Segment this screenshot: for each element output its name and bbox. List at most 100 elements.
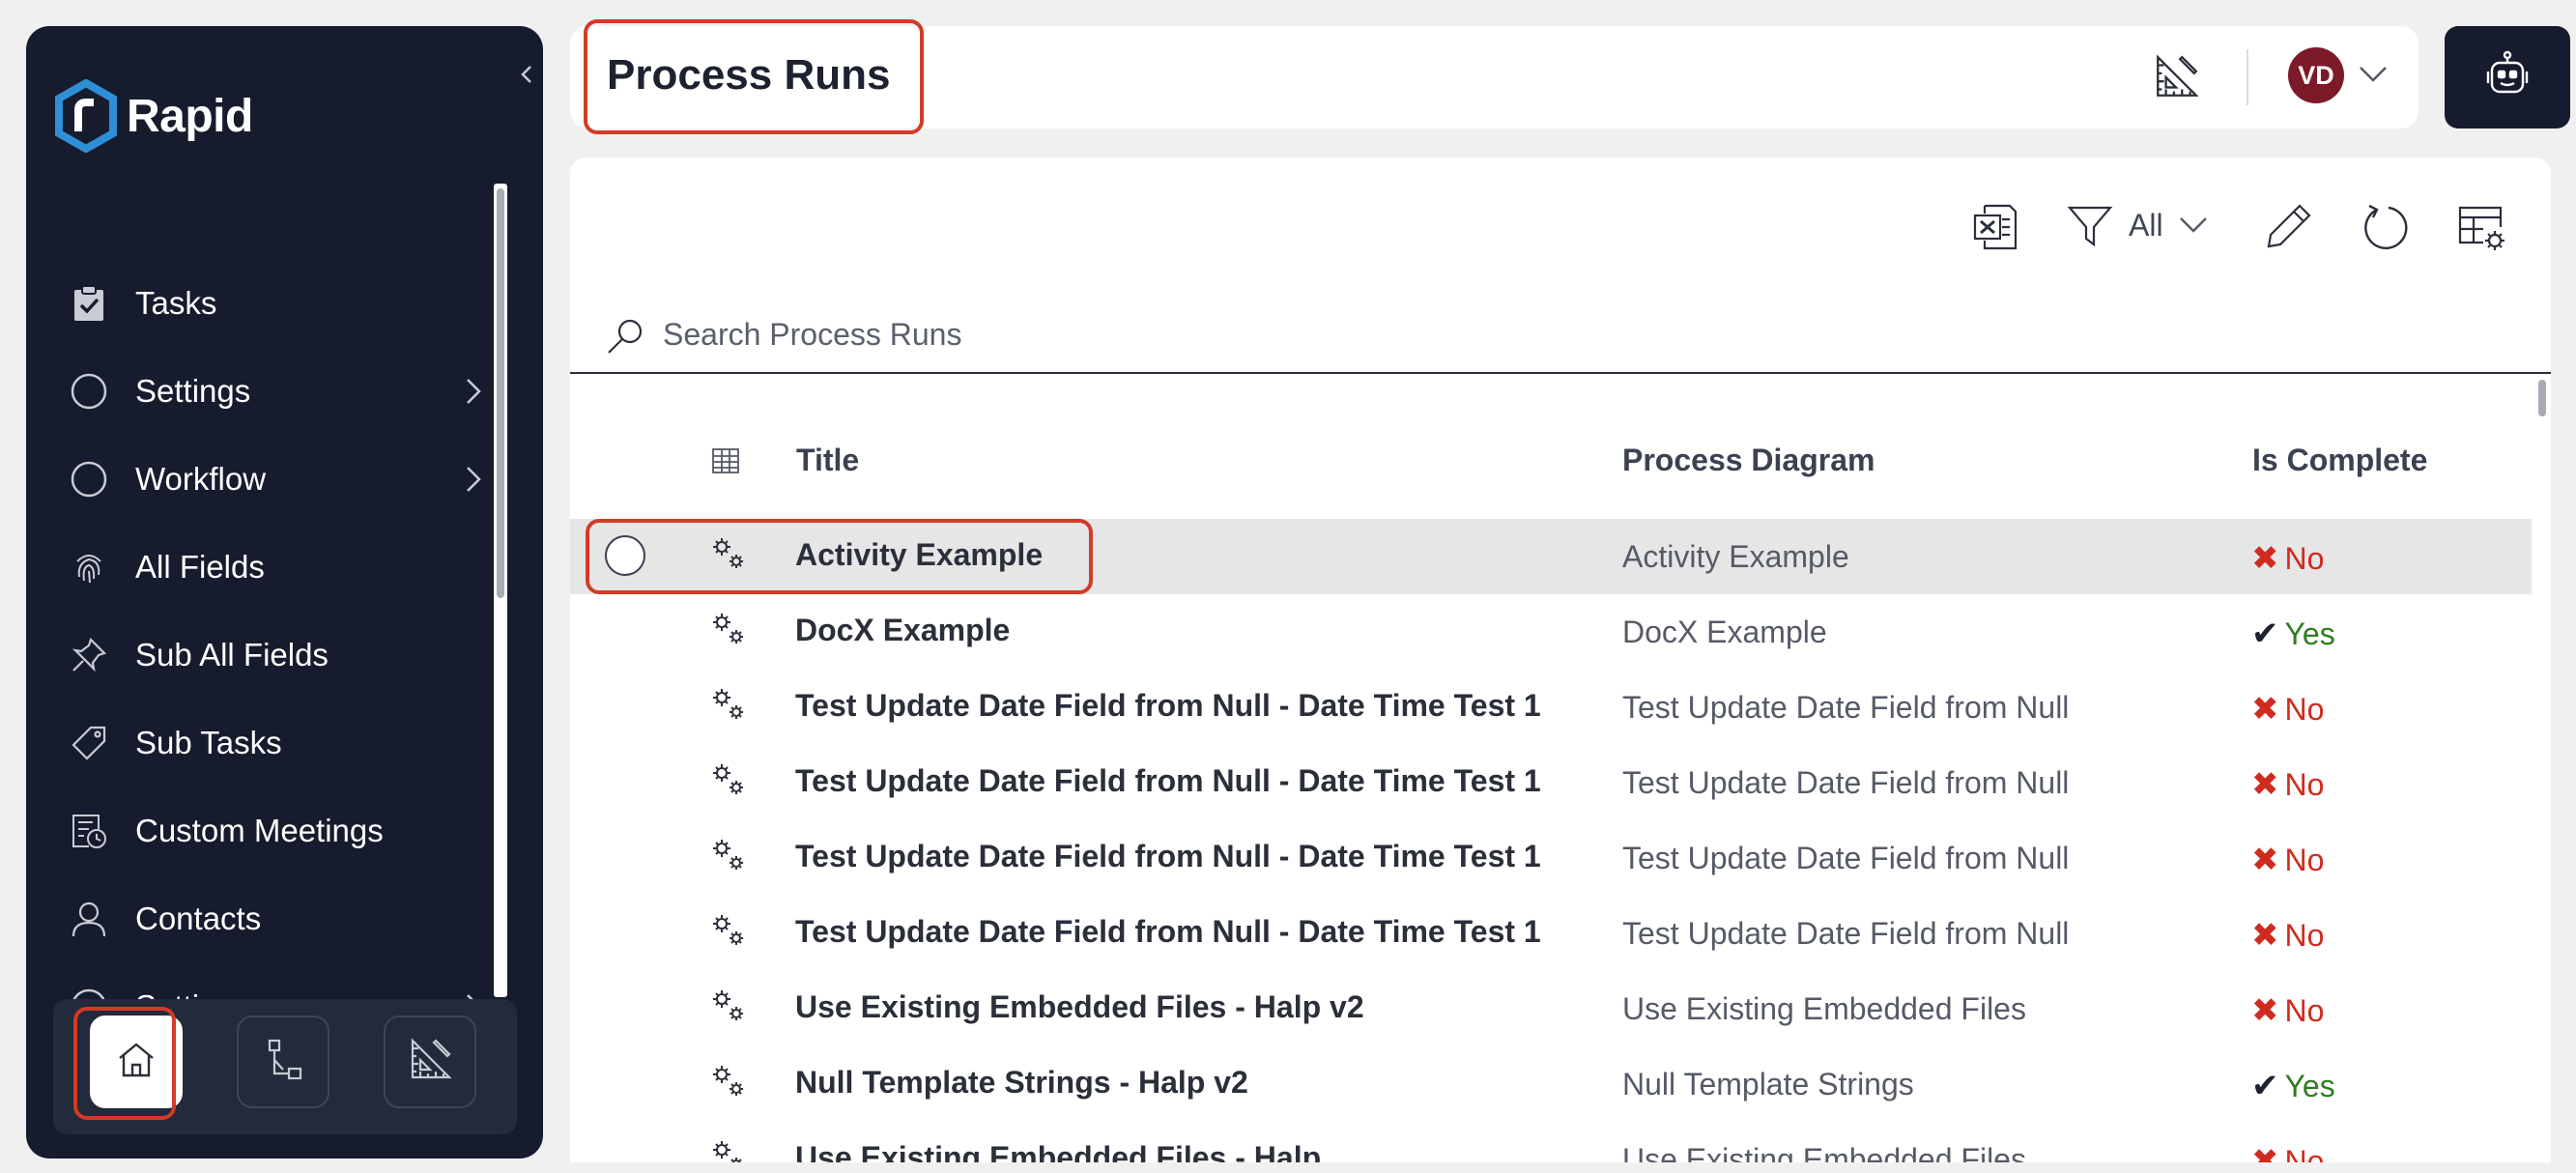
- assistant-bot-button[interactable]: [2445, 26, 2570, 129]
- gears-icon: [709, 987, 748, 1025]
- cell-process-diagram: Use Existing Embedded Files: [1622, 1142, 2026, 1162]
- sidebar-scrollbar-thumb[interactable]: [497, 188, 504, 598]
- cell-is-complete: ✖ No: [2251, 690, 2324, 729]
- gears-icon: [709, 610, 748, 648]
- cell-is-complete: ✔ Yes: [2251, 1067, 2335, 1105]
- table-grid-icon[interactable]: [711, 447, 740, 479]
- x-icon: ✖: [2251, 1143, 2279, 1162]
- row-select-radio[interactable]: [605, 535, 645, 576]
- column-header-process-diagram[interactable]: Process Diagram: [1622, 443, 1875, 478]
- table-row[interactable]: Test Update Date Field from Null - Date …: [570, 745, 2532, 820]
- column-header-title[interactable]: Title: [796, 443, 859, 478]
- cell-process-diagram: DocX Example: [1622, 615, 1827, 649]
- sidebar-item-sub-all-fields[interactable]: Sub All Fields: [70, 621, 485, 689]
- cell-title[interactable]: Test Update Date Field from Null - Date …: [795, 839, 1541, 874]
- sidebar-item-contacts[interactable]: Contacts: [70, 885, 485, 953]
- filter-label[interactable]: All: [2129, 208, 2163, 243]
- ruler-button[interactable]: [384, 1016, 476, 1108]
- pin-icon: [70, 636, 108, 674]
- sidebar-bottom-bar: [53, 999, 517, 1134]
- search-bar: [570, 302, 2551, 374]
- x-icon: ✖: [2251, 540, 2279, 577]
- cell-process-diagram: Null Template Strings: [1622, 1067, 1914, 1101]
- table-settings-icon[interactable]: [2456, 202, 2506, 257]
- workflow-icon: [260, 1037, 306, 1088]
- is-complete-value: Yes: [2284, 1068, 2335, 1103]
- cell-process-diagram: Test Update Date Field from Null: [1622, 841, 2070, 875]
- table-row[interactable]: Test Update Date Field from Null - Date …: [570, 896, 2532, 971]
- x-icon: ✖: [2251, 992, 2279, 1029]
- table-row[interactable]: Test Update Date Field from Null - Date …: [570, 820, 2532, 896]
- cell-title[interactable]: Use Existing Embedded Files - Halp v2: [795, 989, 1364, 1025]
- collapse-sidebar-icon[interactable]: [507, 55, 543, 94]
- table-row[interactable]: Use Existing Embedded Files - Halp Use Ex…: [570, 1122, 2532, 1162]
- cell-title[interactable]: DocX Example: [795, 613, 1010, 648]
- cell-is-complete: ✖ No: [2251, 765, 2324, 804]
- is-complete-value: No: [2284, 766, 2325, 802]
- sidebar-item-tasks[interactable]: Tasks: [70, 270, 485, 337]
- export-excel-icon[interactable]: [1971, 202, 2019, 257]
- cell-is-complete: ✖ No: [2251, 916, 2324, 955]
- table-row[interactable]: Activity Example Activity Example ✖ No: [570, 519, 2532, 594]
- sidebar-item-sub-tasks[interactable]: Sub Tasks: [70, 709, 485, 777]
- table-scrollbar[interactable]: [2535, 376, 2549, 1162]
- sidebar-item-workflow[interactable]: Workflow: [70, 445, 485, 513]
- sidebar-item-label: Settings: [135, 373, 251, 409]
- refresh-icon[interactable]: [2360, 202, 2410, 257]
- calendar-clock-icon: [70, 812, 108, 850]
- cell-title[interactable]: Activity Example: [795, 537, 1043, 573]
- table-row[interactable]: Null Template Strings - Halp v2 Null Temp…: [570, 1046, 2532, 1122]
- x-icon: ✖: [2251, 691, 2279, 728]
- cell-process-diagram: Test Update Date Field from Null: [1622, 916, 2070, 951]
- avatar[interactable]: VD: [2288, 47, 2344, 103]
- pencil-icon[interactable]: [2265, 202, 2313, 255]
- sidebar-item-custom-meetings[interactable]: Custom Meetings: [70, 797, 485, 865]
- cell-is-complete: ✖ No: [2251, 841, 2324, 879]
- sidebar-item-label: Tasks: [135, 285, 217, 321]
- header-divider: [2247, 49, 2248, 105]
- search-icon: [605, 316, 645, 361]
- cell-title[interactable]: Test Update Date Field from Null - Date …: [795, 763, 1541, 799]
- cell-title[interactable]: Use Existing Embedded Files - Halp: [795, 1140, 1321, 1162]
- is-complete-value: No: [2284, 691, 2325, 727]
- is-complete-value: No: [2284, 1143, 2325, 1163]
- table-row[interactable]: Use Existing Embedded Files - Halp v2 Use…: [570, 971, 2532, 1046]
- column-header-is-complete[interactable]: Is Complete: [2252, 443, 2427, 478]
- is-complete-value: Yes: [2284, 615, 2335, 651]
- tag-icon: [70, 724, 108, 762]
- gears-icon: [709, 1062, 748, 1101]
- home-button[interactable]: [90, 1016, 183, 1108]
- table-row[interactable]: Test Update Date Field from Null - Date …: [570, 670, 2532, 745]
- table-scrollbar-thumb[interactable]: [2538, 380, 2546, 416]
- sidebar-item-label: All Fields: [135, 549, 265, 585]
- cell-title[interactable]: Null Template Strings - Halp v2: [795, 1065, 1248, 1101]
- gears-icon: [709, 685, 748, 724]
- sidebar-item-label: Contacts: [135, 901, 262, 936]
- ruler-icon: [407, 1037, 453, 1088]
- filter-icon[interactable]: [2066, 202, 2114, 255]
- sidebar-scrollbar[interactable]: [494, 184, 507, 997]
- sidebar-nav: Tasks Settings Workflow All Fields Sub A…: [26, 26, 494, 1002]
- chevron-down-icon[interactable]: [2356, 59, 2390, 93]
- sidebar-item-all-fields[interactable]: All Fields: [70, 533, 485, 601]
- x-icon: ✖: [2251, 766, 2279, 803]
- is-complete-value: No: [2284, 917, 2325, 953]
- robot-icon: [2482, 50, 2533, 105]
- cell-process-diagram: Activity Example: [1622, 539, 1849, 574]
- chevron-down-icon[interactable]: [2176, 212, 2211, 245]
- clipboard-check-icon: [70, 284, 108, 323]
- sidebar-item-settings-2[interactable]: Settings: [70, 973, 485, 1002]
- gears-icon: [709, 760, 748, 799]
- cell-process-diagram: Test Update Date Field from Null: [1622, 765, 2070, 800]
- table-row[interactable]: DocX Example DocX Example ✔ Yes: [570, 594, 2532, 670]
- chevron-right-icon: [462, 462, 485, 504]
- sidebar-item-label: Sub All Fields: [135, 637, 329, 672]
- search-input[interactable]: [663, 310, 1532, 358]
- cell-title[interactable]: Test Update Date Field from Null - Date …: [795, 914, 1541, 950]
- workflow-button[interactable]: [237, 1016, 329, 1108]
- cell-title[interactable]: Test Update Date Field from Null - Date …: [795, 688, 1541, 724]
- ruler-icon[interactable]: [2152, 53, 2200, 101]
- cell-is-complete: ✔ Yes: [2251, 615, 2335, 653]
- gears-icon: [709, 911, 748, 950]
- sidebar-item-settings[interactable]: Settings: [70, 358, 485, 425]
